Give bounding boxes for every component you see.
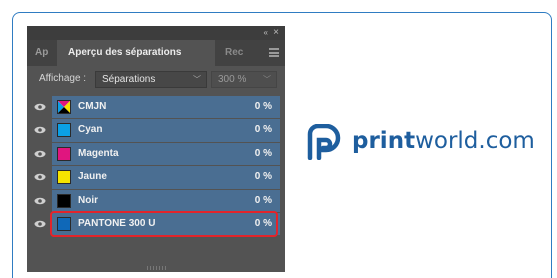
separation-row-cyan[interactable]: Cyan 0 % [27, 119, 285, 142]
separation-row-magenta[interactable]: Magenta 0 % [27, 142, 285, 166]
separation-row-body: Jaune 0 % [52, 166, 280, 189]
close-icon[interactable]: × [273, 27, 279, 38]
eye-icon[interactable] [34, 103, 46, 111]
eye-icon[interactable] [34, 220, 46, 228]
separation-value: 0 % [254, 101, 272, 112]
pantone-swatch [57, 216, 71, 231]
view-mode-select[interactable]: Séparations ﹀ [95, 71, 207, 88]
cmjn-swatch-icon [57, 100, 71, 114]
separation-row-body: Noir 0 % [52, 189, 280, 212]
separation-value: 0 % [254, 194, 272, 206]
separation-row-body: Magenta 0 % [52, 142, 280, 166]
panel-title-bar: « × [27, 26, 285, 40]
zoom-value: 300 % [218, 74, 247, 85]
separation-name: Noir [78, 194, 98, 206]
separation-name: CMJN [78, 101, 107, 112]
separation-value: 0 % [254, 171, 272, 183]
black-swatch [57, 193, 71, 208]
resize-grip[interactable] [147, 266, 167, 270]
printworld-logo-icon [307, 123, 341, 161]
separation-name: PANTONE 300 U [78, 217, 156, 229]
magenta-swatch [57, 146, 71, 161]
cyan-swatch [57, 123, 71, 138]
eye-icon[interactable] [34, 173, 46, 181]
separation-row-cmjn[interactable]: CMJN 0 % [27, 96, 285, 119]
tab-rec[interactable]: Rec [225, 40, 247, 66]
panel-menu-icon[interactable] [269, 48, 279, 57]
separation-name: Magenta [78, 147, 119, 159]
brand-name: printworld.com [352, 128, 535, 154]
separations-list: CMJN 0 % Cyan 0 % Magenta 0 % Jaune 0 % … [27, 96, 285, 237]
separation-row-body: Cyan 0 % [52, 119, 280, 142]
panel-tabs: Ap Aperçu des séparations Rec [27, 40, 285, 66]
separation-value: 0 % [254, 124, 272, 136]
separation-row-jaune[interactable]: Jaune 0 % [27, 166, 285, 189]
separation-value: 0 % [254, 147, 272, 159]
separation-row-body: PANTONE 300 U 0 % [52, 212, 280, 236]
eye-icon[interactable] [34, 197, 46, 205]
eye-icon[interactable] [34, 126, 46, 134]
separation-row-pantone[interactable]: PANTONE 300 U 0 % [27, 210, 285, 237]
yellow-swatch [57, 170, 71, 185]
chevron-down-icon: ﹀ [193, 75, 201, 84]
tab-separations-preview[interactable]: Aperçu des séparations [57, 40, 215, 66]
separation-row-noir[interactable]: Noir 0 % [27, 189, 285, 213]
view-mode-value: Séparations [102, 74, 156, 85]
chevron-down-icon: ﹀ [263, 75, 271, 84]
view-label: Affichage : [39, 73, 87, 84]
separation-row-body: CMJN 0 % [52, 96, 280, 119]
separation-value: 0 % [254, 217, 272, 229]
view-controls: Affichage : Séparations ﹀ 300 % ﹀ [27, 68, 285, 90]
separations-preview-panel: « × Ap Aperçu des séparations Rec Affich… [27, 26, 285, 272]
eye-icon[interactable] [34, 150, 46, 158]
printworld-logo: printworld.com [304, 123, 535, 161]
collapse-icon[interactable]: « [264, 28, 269, 37]
separation-name: Cyan [78, 124, 103, 136]
separation-name: Jaune [78, 171, 107, 183]
zoom-select[interactable]: 300 % ﹀ [211, 71, 277, 88]
